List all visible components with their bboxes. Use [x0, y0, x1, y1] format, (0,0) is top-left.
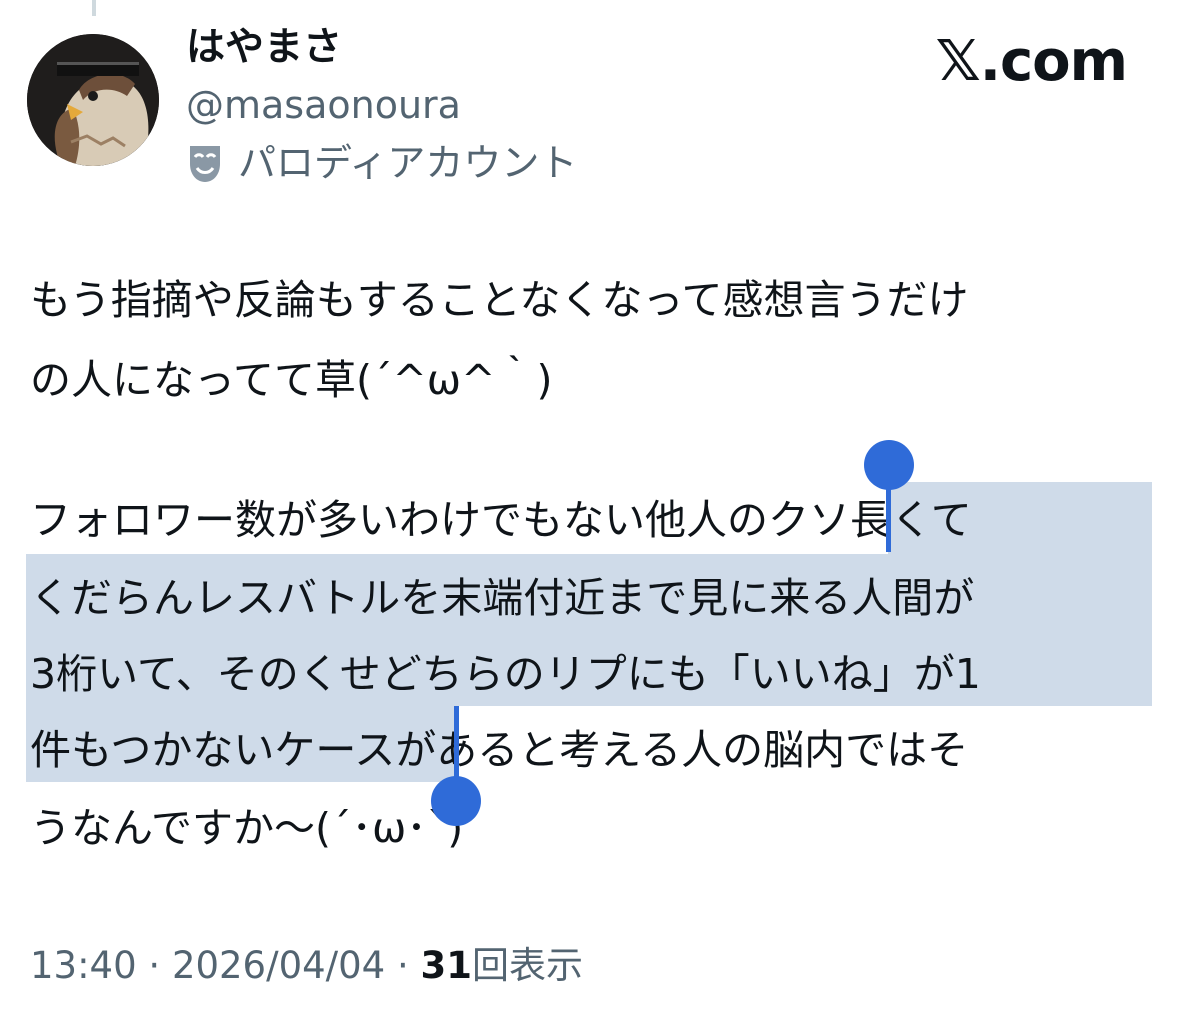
- parody-account-label: パロディアカウント: [238, 141, 578, 185]
- tweet-line: の人になってて草(´^ω^｀): [30, 356, 553, 404]
- tweet-time[interactable]: 13:40: [30, 944, 137, 987]
- tweet-line: 3桁いて、そのくせどちらのリプにも「いいね」が1: [30, 650, 981, 698]
- tweet-line: もう指摘や反論もすることなくなって感想言うだけ: [30, 276, 969, 324]
- meta-separator: ·: [396, 944, 409, 987]
- views-count[interactable]: 31: [421, 944, 473, 987]
- tweet-line: 件もつかないケースがあると考える人の脳内ではそ: [30, 726, 969, 774]
- meta-separator: ·: [148, 944, 161, 987]
- theater-mask-icon: [186, 142, 224, 184]
- tweet-line: うなんですか〜(´･ω･`): [30, 804, 464, 852]
- tweet-line: フォロワー数が多いわけでもない他人のクソ長くて: [30, 496, 972, 544]
- selection-start-caret[interactable]: [886, 470, 891, 552]
- thread-connector-line: [92, 0, 96, 16]
- author-display-name[interactable]: はやまさ: [186, 22, 342, 74]
- author-handle[interactable]: @masaonoura: [186, 80, 461, 130]
- tweet-meta: 13:40 · 2026/04/04 · 31回表示: [30, 940, 583, 992]
- x-logo: 𝕏.com: [935, 29, 1128, 94]
- selection-end-handle[interactable]: [431, 776, 481, 826]
- tweet-date[interactable]: 2026/04/04: [172, 944, 385, 987]
- views-label: 回表示: [472, 944, 583, 987]
- tweet-line: くだらんレスバトルを末端付近まで見に来る人間が: [30, 574, 975, 622]
- parody-account-badge: パロディアカウント: [186, 138, 577, 188]
- falcon-avatar-icon[interactable]: [27, 34, 159, 166]
